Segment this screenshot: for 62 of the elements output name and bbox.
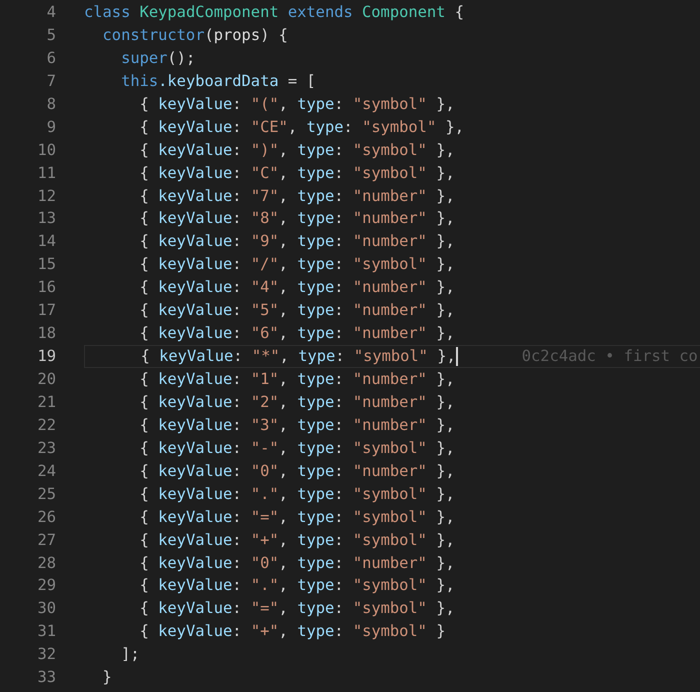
line-number: 30	[36, 598, 56, 620]
line-number: 18	[36, 323, 56, 344]
line-number: 8	[46, 94, 56, 115]
code-line: super();	[120, 48, 196, 69]
code-line: { keyValue: "CE", type: "symbol" },	[138, 116, 464, 138]
code-line: { keyValue: "0", type: "number" },	[138, 460, 455, 482]
code-line: { keyValue: "+", type: "symbol" },	[138, 530, 455, 551]
line-number: 11	[36, 162, 56, 184]
text-cursor	[456, 347, 458, 366]
line-number: 15	[36, 254, 56, 276]
code-line: { keyValue: "8", type: "number" },	[138, 208, 455, 230]
code-line: { keyValue: "4", type: "number" },	[138, 277, 455, 298]
code-line: { keyValue: "+", type: "symbol" }	[138, 621, 446, 642]
line-number: 16	[36, 277, 56, 298]
code-line: { keyValue: ".", type: "symbol" },	[138, 484, 455, 505]
line-number: 19	[36, 346, 56, 368]
code-line: this.keyboardData = [	[120, 70, 316, 92]
line-number: 21	[36, 392, 56, 413]
line-number: 5	[46, 24, 56, 46]
code-line: { keyValue: "0", type: "number" },	[138, 552, 455, 574]
line-number: 25	[36, 484, 56, 505]
code-line: { keyValue: "7", type: "number" },	[138, 186, 455, 206]
line-number: 29	[36, 575, 56, 596]
code-line: }	[102, 667, 112, 688]
code-line: { keyValue: ".", type: "symbol" },	[138, 575, 455, 596]
line-number: 10	[36, 140, 56, 161]
line-number: 27	[36, 530, 56, 551]
code-line: { keyValue: "-", type: "symbol" },	[138, 438, 455, 459]
code-line: { keyValue: "/", type: "symbol" },	[138, 254, 455, 276]
line-number: 13	[36, 208, 56, 230]
line-number: 6	[46, 48, 56, 69]
code-line: class KeypadComponent extends Component {	[84, 2, 464, 23]
blame-annotation: 0c2c4adc • first co	[522, 346, 698, 368]
code-line: { keyValue: "2", type: "number" },	[138, 392, 455, 413]
line-number: 14	[36, 231, 56, 252]
code-line: ];	[120, 644, 140, 666]
line-number: 9	[46, 116, 56, 138]
line-number: 17	[36, 300, 56, 322]
line-number: 26	[36, 506, 56, 528]
line-number: 12	[36, 186, 56, 206]
code-line: constructor(props) {	[102, 24, 288, 46]
line-number: 22	[36, 414, 56, 436]
code-line: { keyValue: "=", type: "symbol" },	[138, 598, 455, 620]
code-line: { keyValue: "(", type: "symbol" },	[138, 94, 455, 115]
code-line: { keyValue: "9", type: "number" },	[138, 231, 455, 252]
code-line: { keyValue: ")", type: "symbol" },	[138, 140, 455, 161]
line-number: 33	[36, 667, 56, 688]
line-number: 4	[46, 2, 56, 23]
code-line: { keyValue: "C", type: "symbol" },	[138, 162, 455, 184]
code-line: { keyValue: "=", type: "symbol" },	[138, 506, 455, 528]
code-line: { keyValue: "1", type: "number" },	[138, 369, 455, 390]
code-line: { keyValue: "*", type: "symbol" },	[140, 346, 456, 368]
line-number: 20	[36, 369, 56, 390]
line-number: 23	[36, 438, 56, 459]
line-number: 24	[36, 460, 56, 482]
code-line: { keyValue: "6", type: "number" },	[138, 323, 455, 344]
code-line: { keyValue: "3", type: "number" },	[138, 414, 455, 436]
line-number: 32	[36, 644, 56, 666]
code-line: { keyValue: "5", type: "number" },	[138, 300, 455, 322]
line-number: 28	[36, 552, 56, 574]
line-number: 7	[46, 70, 56, 92]
line-number: 31	[36, 621, 56, 642]
